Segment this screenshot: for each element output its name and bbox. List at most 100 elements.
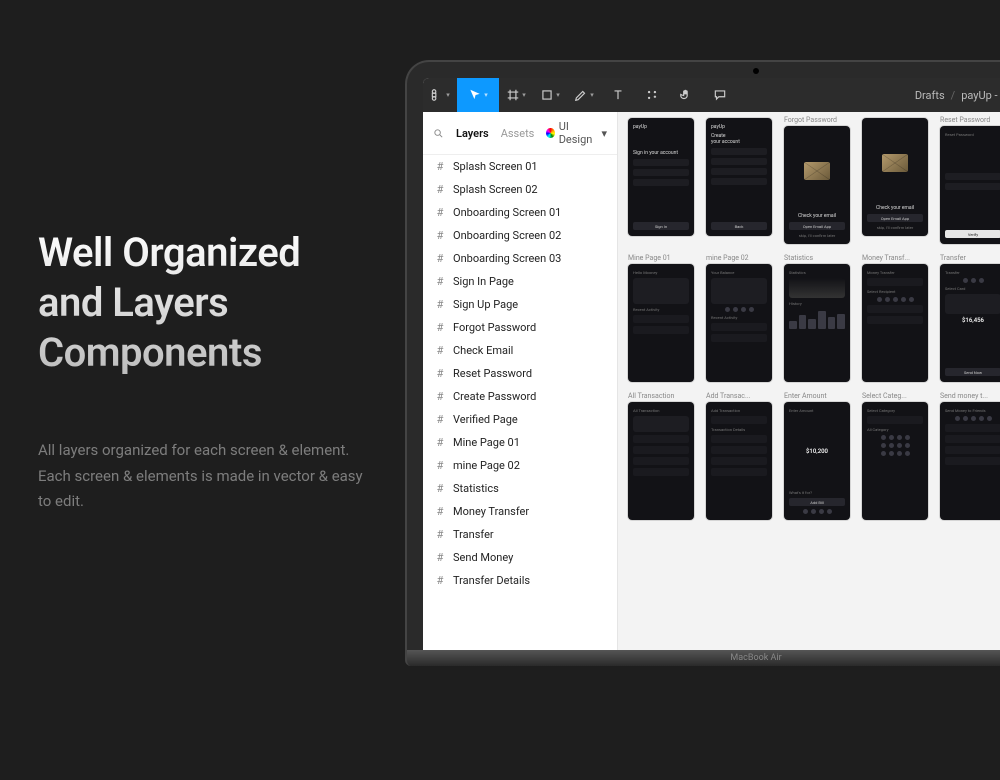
page-label: UI Design xyxy=(559,120,598,146)
layer-item[interactable]: #Send Money xyxy=(423,546,617,569)
layer-item[interactable]: #Money Transfer xyxy=(423,500,617,523)
breadcrumb-root[interactable]: Drafts xyxy=(915,89,945,102)
breadcrumb-file[interactable]: payUp - Finance Mobile App xyxy=(961,89,1000,102)
layer-item[interactable]: #Splash Screen 01 xyxy=(423,155,617,178)
artboard-label: Forgot Password xyxy=(784,116,850,124)
move-tool[interactable]: ▾ xyxy=(457,78,499,112)
layer-label: Sign In Page xyxy=(453,275,514,288)
artboard-label: Send money t... xyxy=(940,392,1000,400)
artboard-label: mine Page 02 xyxy=(706,254,772,262)
layer-item[interactable]: # Transfer xyxy=(423,523,617,546)
search-icon[interactable] xyxy=(433,128,444,139)
layer-item[interactable]: #Onboarding Screen 02 xyxy=(423,224,617,247)
layer-item[interactable]: #Transfer Details xyxy=(423,569,617,592)
layer-label: Statistics xyxy=(453,482,499,495)
layer-label: mine Page 02 xyxy=(453,459,520,472)
menu-button[interactable]: ▾ xyxy=(423,78,457,112)
hand-tool[interactable] xyxy=(669,78,703,112)
frame-icon: # xyxy=(435,183,445,196)
artboard[interactable]: Select Categ... Select Category All Cate… xyxy=(862,392,928,520)
layer-label: Transfer Details xyxy=(453,574,530,587)
comment-tool[interactable] xyxy=(703,78,737,112)
artboard[interactable]: Reset Password Reset Password Verify xyxy=(940,116,1000,244)
artboard-label: Money Transf... xyxy=(862,254,928,262)
layer-label: Send Money xyxy=(453,551,513,564)
layer-label: Create Password xyxy=(453,390,536,403)
artboard[interactable]: payUp Sign in your account Sign In xyxy=(628,116,694,244)
page-selector[interactable]: UI Design ▾ xyxy=(546,120,607,146)
artboard[interactable]: Enter Amount Enter Amount $10,200 What's… xyxy=(784,392,850,520)
headline-line: Well Organized xyxy=(38,229,300,276)
frame-icon: # xyxy=(435,482,445,495)
shape-tool[interactable]: ▾ xyxy=(533,78,567,112)
layer-item[interactable]: # Sign Up Page xyxy=(423,293,617,316)
chevron-down-icon: ▾ xyxy=(556,91,560,99)
pen-tool[interactable]: ▾ xyxy=(567,78,601,112)
tab-layers[interactable]: Layers xyxy=(456,127,489,140)
layer-label: Mine Page 01 xyxy=(453,436,520,449)
chevron-down-icon: ▾ xyxy=(601,127,607,140)
artboard[interactable]: Send money t... Send Money to Friends xyxy=(940,392,1000,520)
layer-item[interactable]: #Check Email xyxy=(423,339,617,362)
chevron-down-icon: ▾ xyxy=(590,91,594,99)
frame-icon: # xyxy=(435,436,445,449)
artboard[interactable]: Mine Page 01 Hello Mooney Recent Activit… xyxy=(628,254,694,382)
artboard[interactable]: Forgot Password Check your email Open Em… xyxy=(784,116,850,244)
layer-item[interactable]: # Create Password xyxy=(423,385,617,408)
frame-icon: # xyxy=(435,298,445,311)
headline: Well Organized and Layers Components xyxy=(38,228,368,378)
chevron-down-icon: ▾ xyxy=(484,91,488,99)
artboard[interactable]: Add Transac... Add Transaction Transacti… xyxy=(706,392,772,520)
laptop-mockup: ▾ ▾ ▾ ▾ ▾ xyxy=(405,60,1000,780)
artboard[interactable]: mine Page 02 Your Balance Recent Activit… xyxy=(706,254,772,382)
layer-item[interactable]: #Verified Page xyxy=(423,408,617,431)
artboard[interactable]: Transfer Transfer Select Card $16,456 Se… xyxy=(940,254,1000,382)
breadcrumb[interactable]: Drafts / payUp - Finance Mobile App xyxy=(915,89,1000,102)
layer-item[interactable]: # Mine Page 01 xyxy=(423,431,617,454)
layer-item[interactable]: # Statistics xyxy=(423,477,617,500)
layer-label: Splash Screen 01 xyxy=(453,160,538,173)
artboard[interactable]: Check your email Open Email App skip, I'… xyxy=(862,116,928,244)
artboard-label: Mine Page 01 xyxy=(628,254,694,262)
artboard[interactable]: payUp Createyour account Back xyxy=(706,116,772,244)
layer-item[interactable]: # Onboarding Screen 01 xyxy=(423,201,617,224)
envelope-icon xyxy=(804,162,830,180)
laptop-base: MacBook Air xyxy=(405,650,1000,666)
frame-icon: # xyxy=(435,390,445,403)
frame-icon: # xyxy=(435,528,445,541)
tab-assets[interactable]: Assets xyxy=(501,127,535,140)
layer-label: Splash Screen 02 xyxy=(453,183,538,196)
artboard[interactable]: Money Transf... Money Transfer Select Re… xyxy=(862,254,928,382)
layer-label: Forgot Password xyxy=(453,321,536,334)
layer-item[interactable]: # mine Page 02 xyxy=(423,454,617,477)
artboard-label: Transfer xyxy=(940,254,1000,262)
chevron-down-icon: ▾ xyxy=(522,91,526,99)
artboard-label: Select Categ... xyxy=(862,392,928,400)
layer-item[interactable]: #Reset Password xyxy=(423,362,617,385)
layer-item[interactable]: # Splash Screen 02 xyxy=(423,178,617,201)
layer-item[interactable]: #Onboarding Screen 03 xyxy=(423,247,617,270)
frame-icon: # xyxy=(435,206,445,219)
resources-tool[interactable] xyxy=(635,78,669,112)
frame-icon: # xyxy=(435,344,445,357)
layer-label: Onboarding Screen 01 xyxy=(453,206,561,219)
frame-icon: # xyxy=(435,505,445,518)
layer-label: Sign Up Page xyxy=(453,298,518,311)
frame-icon: # xyxy=(435,367,445,380)
artboard-row: payUp Sign in your account Sign In payUp xyxy=(628,116,1000,244)
envelope-icon xyxy=(882,154,908,172)
figma-toolbar: ▾ ▾ ▾ ▾ ▾ xyxy=(423,78,1000,112)
frame-icon: # xyxy=(435,275,445,288)
layer-label: Verified Page xyxy=(453,413,518,426)
artboard-label: All Transaction xyxy=(628,392,694,400)
layer-label: Transfer xyxy=(453,528,494,541)
layer-item[interactable]: #Forgot Password xyxy=(423,316,617,339)
frame-icon: # xyxy=(435,459,445,472)
artboard[interactable]: All Transaction All Transaction xyxy=(628,392,694,520)
artboard[interactable]: Statistics Statistics History xyxy=(784,254,850,382)
layer-item[interactable]: # Sign In Page xyxy=(423,270,617,293)
design-canvas[interactable]: payUp Sign in your account Sign In payUp xyxy=(618,112,1000,650)
text-tool[interactable] xyxy=(601,78,635,112)
laptop-bezel: ▾ ▾ ▾ ▾ ▾ xyxy=(405,60,1000,650)
frame-tool[interactable]: ▾ xyxy=(499,78,533,112)
